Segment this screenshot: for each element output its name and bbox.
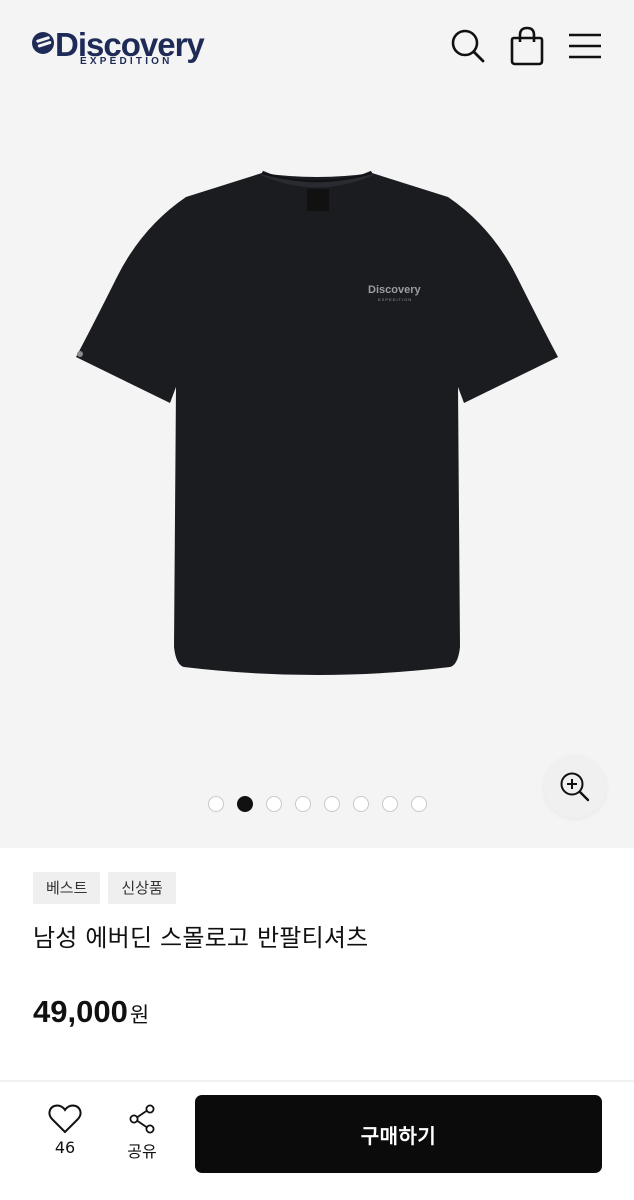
slide-dot-1[interactable] xyxy=(207,796,224,812)
slide-dot-2[interactable] xyxy=(236,796,253,812)
slide-dot-5[interactable] xyxy=(323,796,340,812)
product-image: Discovery EXPEDITION xyxy=(76,170,558,675)
slide-dot-8[interactable] xyxy=(410,796,427,812)
shirt-print-subtext: EXPEDITION xyxy=(378,297,412,302)
search-button[interactable] xyxy=(446,24,490,68)
slide-dot-4[interactable] xyxy=(294,796,311,812)
product-price: 49,000 원 xyxy=(33,994,149,1030)
menu-button[interactable] xyxy=(563,24,607,68)
badge-new: 신상품 xyxy=(108,872,176,904)
product-info: 베스트 신상품 남성 에버딘 스몰로고 반팔티셔츠 49,000 원 xyxy=(0,848,634,1082)
zoom-button[interactable] xyxy=(544,756,606,818)
zoom-in-icon xyxy=(560,772,590,802)
bottom-action-bar: 46 공유 구매하기 xyxy=(0,1082,634,1200)
badge-best: 베스트 xyxy=(33,872,101,904)
product-name: 남성 에버딘 스몰로고 반팔티셔츠 xyxy=(33,924,369,952)
brand-logo-subtext: EXPEDITION xyxy=(80,56,173,67)
product-image-gallery[interactable]: Discovery EXPEDITION xyxy=(0,92,634,848)
brand-logo[interactable]: Discovery EXPEDITION xyxy=(32,26,222,70)
product-badges: 베스트 신상품 xyxy=(33,872,176,904)
neck-label xyxy=(307,189,329,211)
slide-indicator xyxy=(0,796,634,812)
shirt-print-text: Discovery xyxy=(368,284,421,296)
cart-button[interactable] xyxy=(505,24,549,68)
globe-icon xyxy=(32,32,54,54)
heart-icon xyxy=(48,1104,82,1134)
slide-dot-6[interactable] xyxy=(352,796,369,812)
search-icon xyxy=(451,29,485,63)
header: Discovery EXPEDITION xyxy=(0,0,634,92)
price-currency: 원 xyxy=(129,1003,150,1027)
share-icon xyxy=(129,1104,155,1134)
sleeve-logo xyxy=(77,351,83,357)
price-value: 49,000 xyxy=(33,994,128,1029)
slide-dot-7[interactable] xyxy=(381,796,398,812)
shopping-bag-icon xyxy=(510,26,544,66)
share-label: 공유 xyxy=(127,1142,157,1161)
buy-button[interactable]: 구매하기 xyxy=(195,1095,602,1173)
share-button[interactable]: 공유 xyxy=(112,1104,172,1162)
slide-dot-3[interactable] xyxy=(265,796,282,812)
like-count: 46 xyxy=(54,1138,76,1157)
product-page: Discovery EXPEDITION Discovery EXPEDITIO… xyxy=(0,0,634,1200)
like-button[interactable]: 46 xyxy=(35,1104,95,1157)
menu-icon xyxy=(569,33,601,59)
